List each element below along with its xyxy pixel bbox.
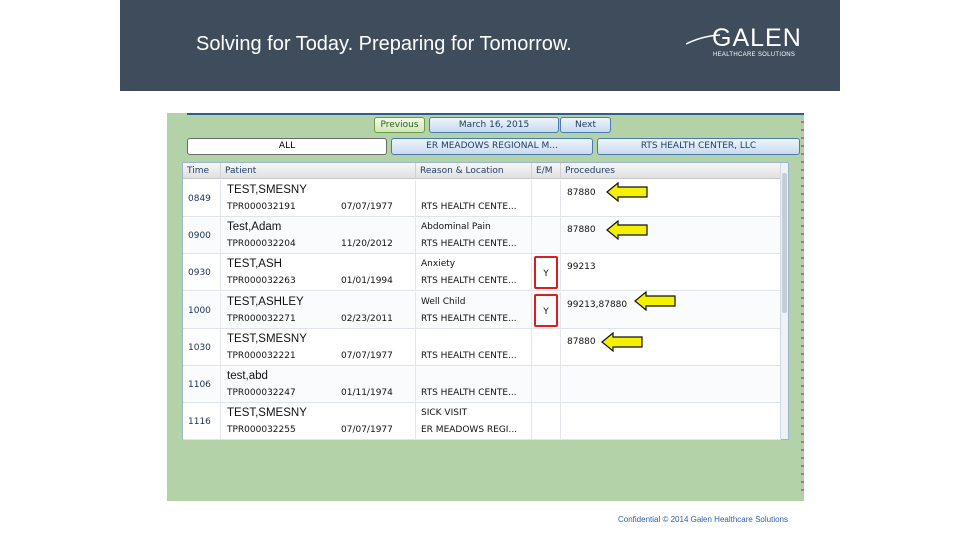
- patient-id: TPR000032263: [227, 276, 296, 287]
- patient-name[interactable]: test,abd: [227, 370, 268, 382]
- patient-dob: 02/23/2011: [341, 313, 393, 324]
- patient-name[interactable]: TEST,SMESNY: [227, 407, 307, 419]
- em-flag[interactable]: [534, 405, 558, 438]
- tab-rts-health-center[interactable]: RTS HEALTH CENTER, LLC: [597, 138, 800, 155]
- patient-name[interactable]: Test,Adam: [227, 221, 281, 233]
- right-edge-strip: [801, 115, 804, 495]
- arrow-left-icon: [606, 220, 648, 240]
- table-row[interactable]: 1030 TEST,SMESNY TPR000032221 07/07/1977 RTS…: [183, 328, 781, 366]
- visit-location: RTS HEALTH CENTE...: [421, 350, 517, 361]
- scrollbar-thumb[interactable]: [782, 173, 787, 313]
- patient-name[interactable]: TEST,ASHLEY: [227, 296, 304, 308]
- table-row[interactable]: 1000 TEST,ASHLEY TPR000032271 02/23/2011 Wel…: [183, 291, 781, 329]
- patient-id: TPR000032191: [227, 202, 296, 212]
- patient-dob: 07/07/1977: [341, 350, 393, 361]
- procedure-codes[interactable]: 87880: [567, 337, 596, 347]
- patient-dob: 01/11/1974: [341, 388, 393, 398]
- visit-location: RTS HEALTH CENTE...: [421, 239, 517, 250]
- table-row[interactable]: 0849 TEST,SMESNY TPR000032191 07/07/1977 RTS…: [183, 180, 781, 217]
- em-flag[interactable]: [534, 182, 558, 215]
- tab-er-meadows[interactable]: ER MEADOWS REGIONAL M...: [391, 138, 593, 155]
- column-header-patient[interactable]: Patient: [221, 163, 416, 179]
- tagline: Solving for Today. Preparing for Tomorro…: [196, 33, 572, 55]
- procedure-codes[interactable]: 87880: [567, 225, 596, 235]
- logo-subtitle: HEALTHCARE SOLUTIONS: [713, 52, 796, 58]
- table-row[interactable]: 1106 test,abd TPR000032247 01/11/1974 RTS HE…: [183, 366, 781, 403]
- em-flag[interactable]: Y: [534, 256, 558, 290]
- patient-id: TPR000032255: [227, 425, 296, 436]
- em-flag[interactable]: [534, 219, 558, 252]
- appointments-grid: Time Patient Reason & Location E/M Proce…: [182, 162, 789, 441]
- appointment-time: 1000: [188, 305, 211, 316]
- patient-id: TPR000032247: [227, 388, 296, 398]
- em-flag[interactable]: [534, 368, 558, 401]
- appointment-time: 1030: [188, 342, 211, 353]
- patient-name[interactable]: TEST,SMESNY: [227, 333, 307, 345]
- header-banner: Solving for Today. Preparing for Tomorro…: [120, 0, 840, 91]
- appointment-time: 0900: [188, 231, 211, 242]
- app-top-border: [187, 113, 804, 115]
- appointment-time: 0849: [188, 194, 211, 204]
- confidential-footer: Confidential © 2014 Galen Healthcare Sol…: [618, 515, 788, 524]
- galen-logo: GALEN HEALTHCARE SOLUTIONS: [686, 24, 816, 64]
- appointment-time: 1106: [188, 380, 211, 390]
- patient-id: TPR000032221: [227, 350, 296, 361]
- next-button[interactable]: Next: [560, 117, 611, 133]
- patient-name[interactable]: TEST,SMESNY: [227, 184, 307, 196]
- visit-location: ER MEADOWS REGI...: [421, 425, 518, 436]
- table-row[interactable]: 0930 TEST,ASH TPR000032263 01/01/1994 Anxiet…: [183, 254, 781, 292]
- grid-header: Time Patient Reason & Location E/M Proce…: [183, 163, 781, 179]
- visit-location: RTS HEALTH CENTE...: [421, 202, 517, 212]
- table-row[interactable]: 0900 Test,Adam TPR000032204 11/20/2012 Abdom…: [183, 217, 781, 255]
- procedure-codes[interactable]: 99213: [567, 262, 596, 272]
- table-row[interactable]: 1116 TEST,SMESNY TPR000032255 07/07/1977 SIC…: [183, 403, 781, 441]
- patient-dob: 07/07/1977: [341, 425, 393, 436]
- previous-button[interactable]: Previous: [374, 117, 425, 133]
- arrow-left-icon: [634, 291, 676, 311]
- patient-name[interactable]: TEST,ASH: [227, 258, 282, 270]
- appointment-time: 0930: [188, 268, 211, 279]
- visit-reason: Abdominal Pain: [421, 222, 491, 233]
- patient-dob: 01/01/1994: [341, 276, 393, 287]
- visit-location: RTS HEALTH CENTE...: [421, 388, 517, 398]
- patient-dob: 11/20/2012: [341, 239, 393, 250]
- visit-location: RTS HEALTH CENTE...: [421, 276, 517, 287]
- appointment-time: 1116: [188, 417, 211, 428]
- column-header-reason[interactable]: Reason & Location: [416, 163, 532, 179]
- vertical-scrollbar[interactable]: [780, 163, 788, 439]
- visit-reason: Anxiety: [421, 259, 456, 270]
- logo-wordmark: GALEN: [712, 24, 802, 52]
- column-header-time[interactable]: Time: [183, 163, 221, 179]
- patient-id: TPR000032204: [227, 239, 296, 250]
- arrow-left-icon: [606, 182, 648, 202]
- patient-dob: 07/07/1977: [341, 202, 393, 212]
- em-flag[interactable]: [534, 331, 558, 364]
- schedule-app-screenshot: Previous March 16, 2015 Next ALL ER MEAD…: [167, 113, 804, 501]
- column-header-em[interactable]: E/M: [532, 163, 561, 179]
- procedure-codes[interactable]: 87880: [567, 188, 596, 198]
- slide: Solving for Today. Preparing for Tomorro…: [0, 0, 960, 540]
- column-header-procedures[interactable]: Procedures: [561, 163, 781, 179]
- arrow-left-icon: [601, 332, 643, 352]
- tab-all[interactable]: ALL: [187, 138, 387, 155]
- date-button[interactable]: March 16, 2015: [429, 117, 559, 133]
- procedure-codes[interactable]: 99213,87880: [567, 300, 627, 310]
- visit-reason: SICK VISIT: [421, 408, 468, 419]
- em-flag[interactable]: Y: [534, 293, 558, 327]
- patient-id: TPR000032271: [227, 313, 296, 324]
- visit-location: RTS HEALTH CENTE...: [421, 313, 517, 324]
- visit-reason: Well Child: [421, 296, 466, 307]
